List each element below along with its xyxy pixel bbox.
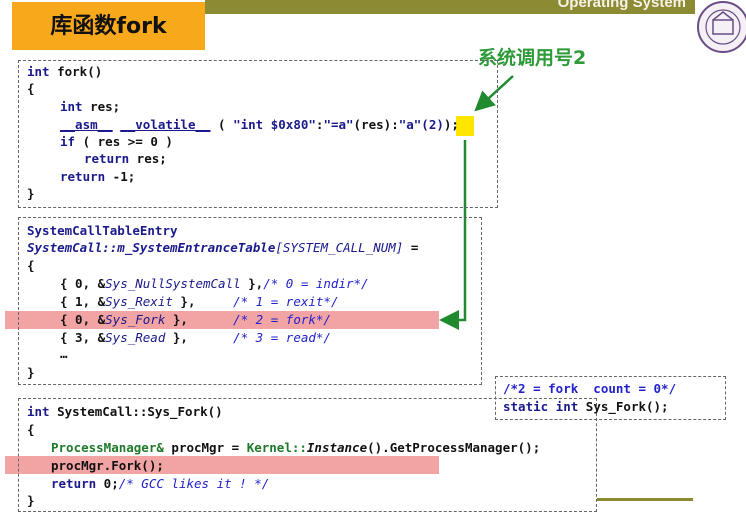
syscall-number: (2)	[421, 117, 444, 132]
code-keyword: return	[60, 169, 106, 184]
code-text: Instance	[306, 440, 368, 455]
code-text: procMgr =	[163, 440, 247, 455]
code-type: SystemCallTableEntry	[27, 223, 178, 238]
table-row: { 0, &Sys_NullSystemCall },/* 0 = indir*…	[60, 276, 369, 291]
code-keyword: int	[60, 99, 83, 114]
code-identifier: [SYSTEM_CALL_NUM]	[275, 240, 404, 255]
code-text: (res)	[353, 117, 392, 132]
code-keyword: int	[27, 404, 50, 419]
code-text: {	[27, 81, 35, 96]
table-row: { 1, &Sys_Rexit }, /* 1 = rexit*/	[60, 294, 339, 309]
code-text: }	[27, 365, 35, 380]
code-keyword: __volatile__	[120, 117, 211, 132]
code-text: :	[391, 117, 399, 132]
code-text: res;	[129, 151, 167, 166]
fork-call: procMgr.Fork();	[51, 458, 164, 473]
code-text: Sys_Fork();	[578, 399, 669, 414]
code-string: "=a"	[323, 117, 354, 132]
code-type: Kernel::	[246, 440, 307, 455]
code-text: res;	[82, 99, 121, 114]
code-text: -1;	[105, 169, 136, 184]
code-keyword: return	[51, 476, 97, 491]
code-text: }	[27, 186, 35, 201]
code-string: "int $0x80"	[233, 117, 316, 132]
code-text: SystemCall::Sys_Fork()	[49, 404, 223, 419]
code-text: }	[27, 493, 35, 508]
code-text: fork()	[49, 64, 103, 79]
code-text: {	[27, 258, 35, 273]
code-comment: /*2 = fork count = 0*/	[503, 381, 677, 396]
code-ellipsis: …	[60, 346, 68, 361]
code-text: ( res >= 0 )	[75, 134, 173, 149]
code-text: =	[403, 240, 419, 255]
code-keyword: static	[503, 399, 549, 414]
code-keyword: int	[27, 64, 50, 79]
footer-rule	[597, 498, 693, 501]
code-string: "a"	[398, 117, 422, 132]
code-keyword: int	[548, 399, 579, 414]
code-block-fork: int fork() { int res; __asm__ __volatile…	[18, 60, 498, 208]
code-text: );	[443, 117, 459, 132]
code-block-syscall-table: SystemCallTableEntry SystemCall::m_Syste…	[18, 217, 482, 385]
table-row-fork: { 0, &Sys_Fork }, /* 2 = fork*/	[60, 312, 331, 327]
code-text: 0;	[96, 476, 119, 491]
code-keyword: if	[60, 134, 76, 149]
code-text: {	[27, 422, 35, 437]
code-keyword: __asm__	[60, 117, 113, 132]
code-identifier: SystemCall::m_SystemEntranceTable	[27, 240, 276, 255]
code-text: ().GetProcessManager();	[367, 440, 541, 455]
code-text: (	[210, 117, 234, 132]
code-comment: /* GCC likes it ! */	[118, 476, 270, 491]
code-type: ProcessManager&	[51, 440, 164, 455]
code-keyword: return	[84, 151, 130, 166]
table-row: { 3, &Sys_Read }, /* 3 = read*/	[60, 330, 331, 345]
code-block-side-note: /*2 = fork count = 0*/ static int Sys_Fo…	[495, 376, 726, 420]
